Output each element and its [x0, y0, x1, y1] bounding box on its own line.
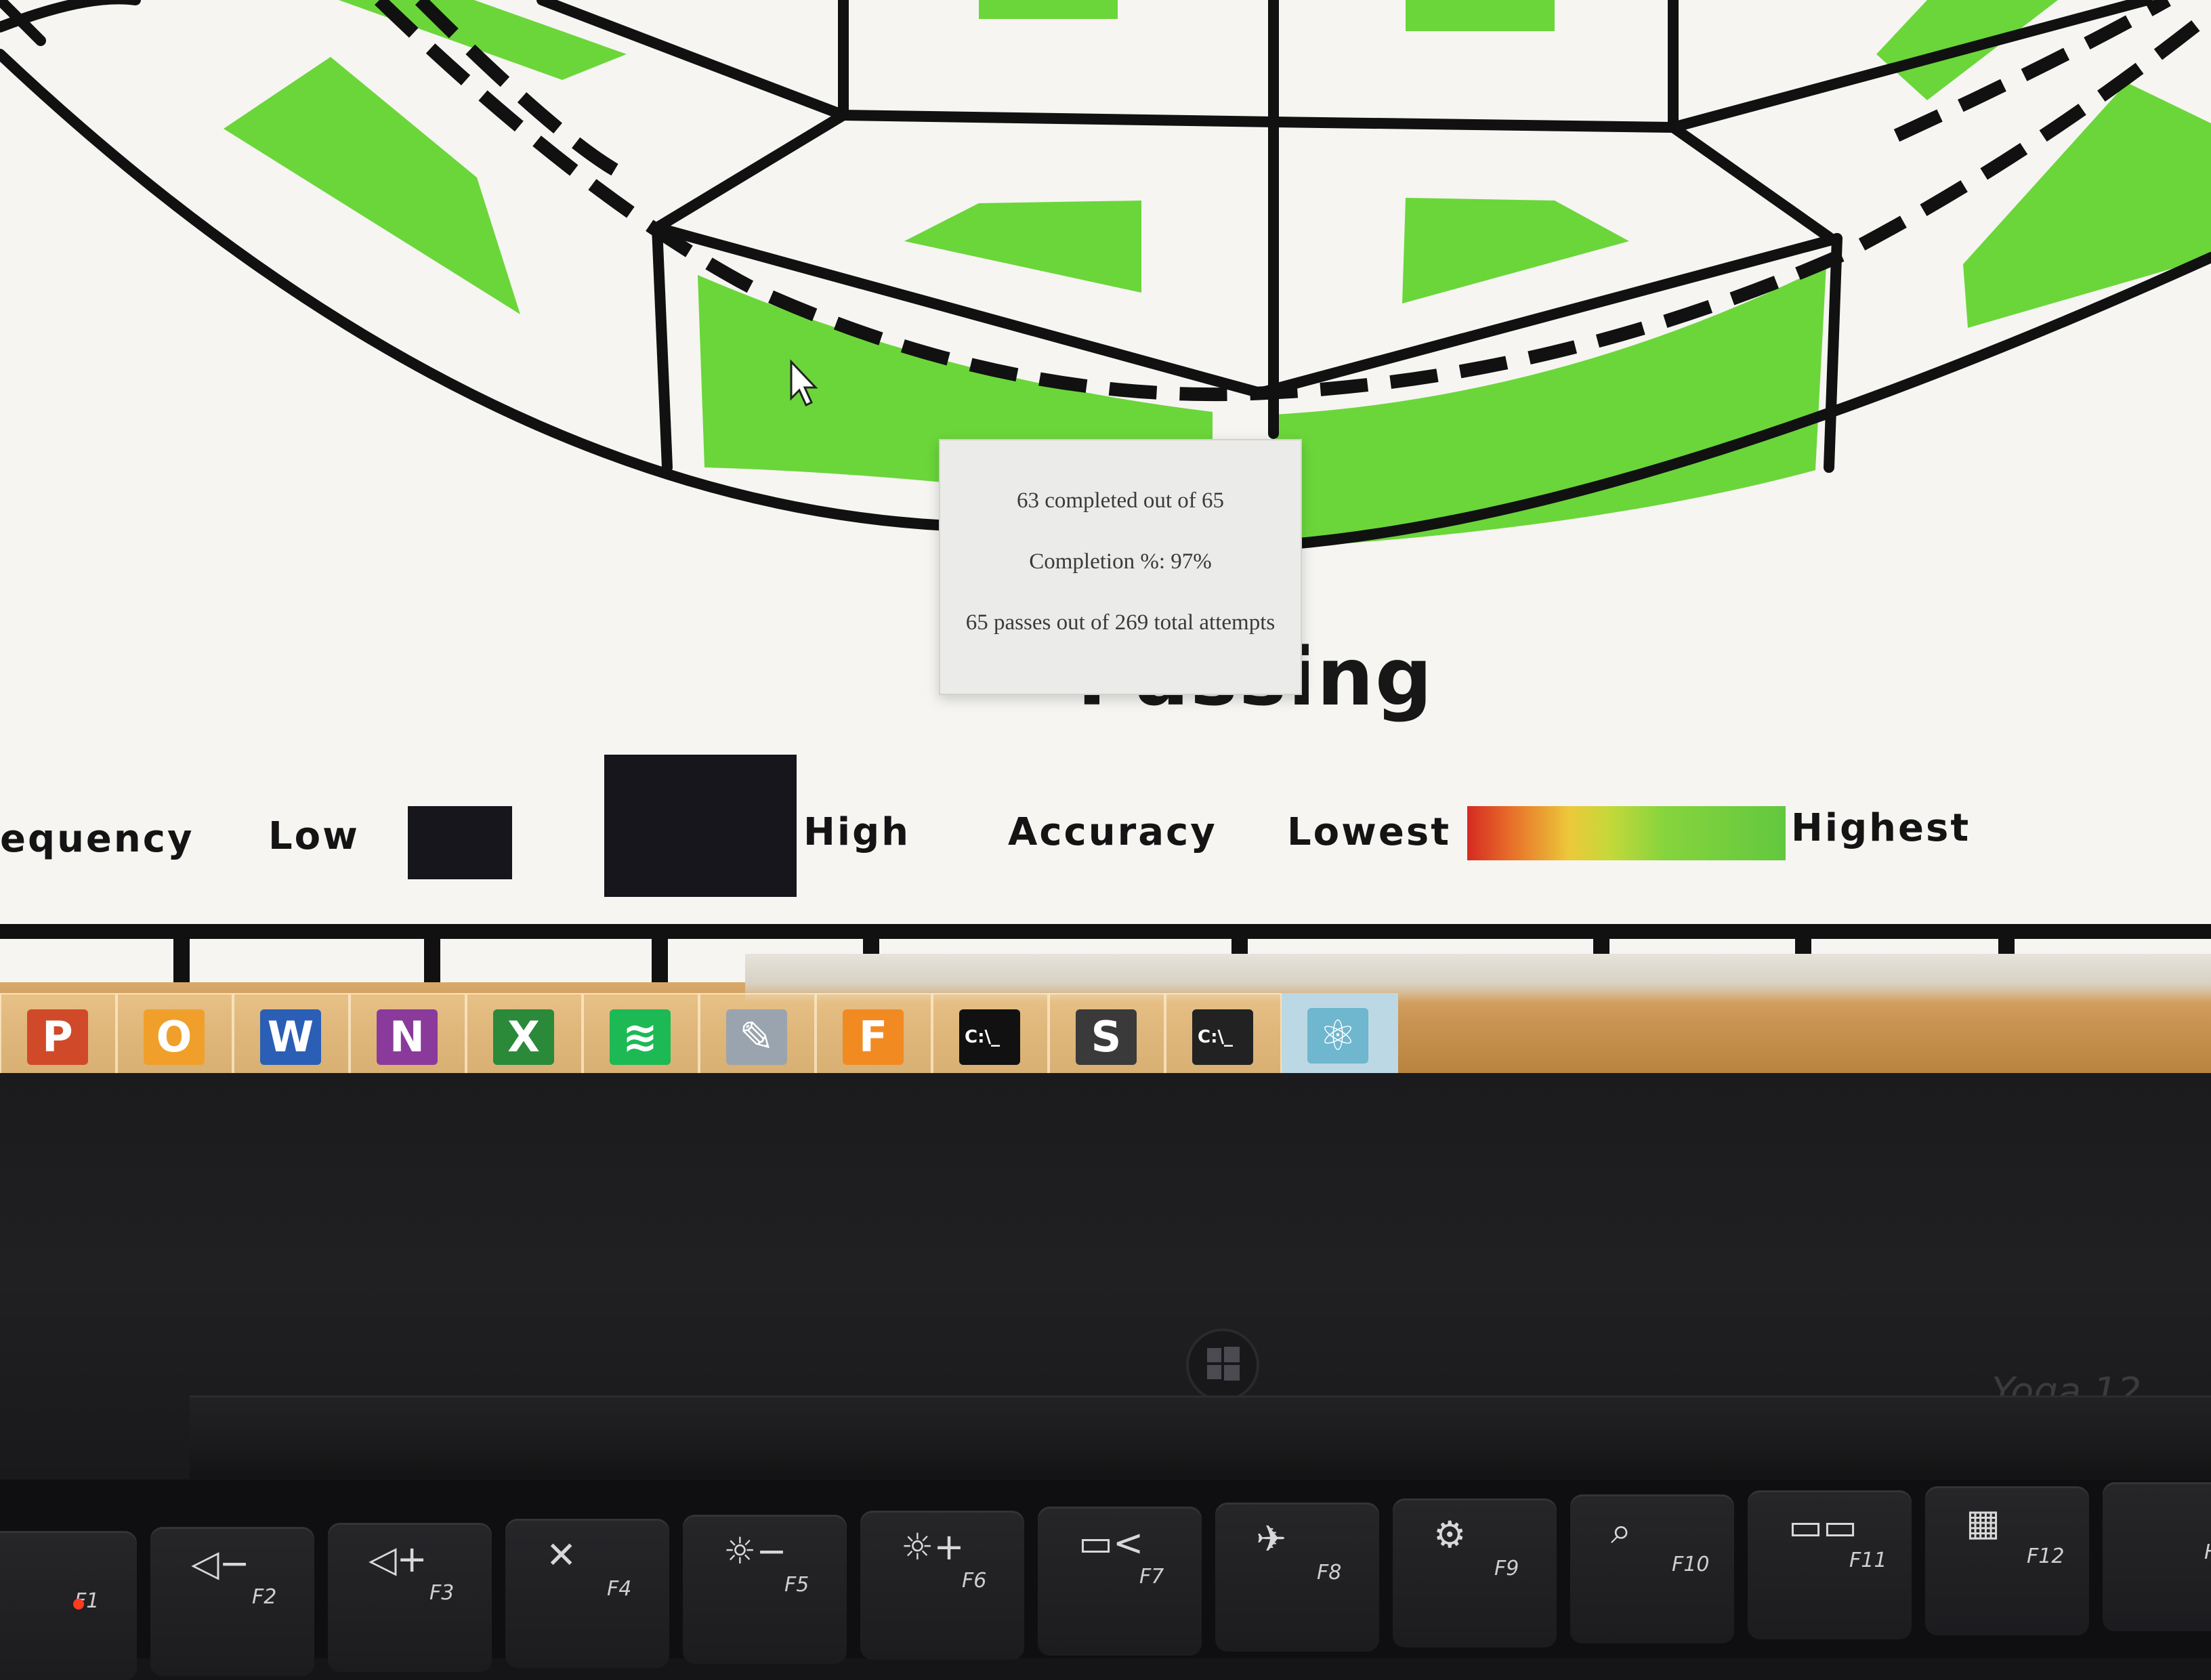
laptop-hinge — [190, 1395, 2211, 1479]
word-icon: W — [260, 1009, 321, 1065]
field-zone-top-center-left[interactable] — [979, 0, 1118, 19]
all-apps-icon: ▦ — [1966, 1501, 2001, 1544]
taskbar-app-fusion-360[interactable]: F — [816, 993, 932, 1081]
volume-down-icon: ◁− — [191, 1542, 250, 1584]
fusion-360-icon: F — [843, 1009, 904, 1065]
fn-lock-led — [73, 1599, 84, 1610]
taskbar-app-atom[interactable]: ⚛ — [1282, 993, 1398, 1081]
legend-accuracy-gradient — [1467, 806, 1786, 860]
fkey-label: F5 — [784, 1573, 809, 1597]
fkey-label: F2 — [252, 1585, 277, 1609]
fkey-label: F10 — [1672, 1553, 1710, 1576]
fkey-label: F6 — [962, 1569, 987, 1593]
brightness-up-icon: ☼+ — [901, 1526, 965, 1568]
table-divider — [173, 928, 190, 982]
fkey-f5[interactable]: ☼− F5 — [683, 1515, 847, 1664]
settings-icon: ⚙ — [1433, 1513, 1467, 1556]
legend-high-label: High — [803, 810, 911, 854]
tooltip-completed: 63 completed out of 65 — [1016, 488, 1225, 513]
fkey-f7[interactable]: ▭< F7 — [1038, 1507, 1202, 1656]
fkey-label: F4 — [607, 1577, 632, 1601]
fkey-f12[interactable]: ▦ F12 — [1925, 1486, 2089, 1635]
fkey-label: Ho — [2204, 1540, 2211, 1564]
switch-window-icon: ▭▭ — [1788, 1505, 1858, 1548]
fkey-label: F7 — [1139, 1565, 1164, 1589]
field-zone-short-right[interactable] — [1273, 266, 1826, 547]
powerpoint-icon: P — [27, 1009, 88, 1065]
search-icon: ⌕ — [1611, 1509, 1632, 1552]
tooltip-attempts: 65 passes out of 269 total attempts — [965, 610, 1276, 635]
wireless-icon: ✈ — [1256, 1517, 1287, 1560]
fkey-label: F3 — [429, 1581, 455, 1605]
legend-frequency-label: equency — [0, 817, 194, 861]
command-prompt-icon: C:\_ — [959, 1009, 1020, 1065]
legend-highest-label: Highest — [1791, 806, 1971, 850]
tooltip-completion-pct: Completion %: 97% — [1029, 549, 1212, 574]
fkey-f9[interactable]: ⚙ F9 — [1393, 1498, 1557, 1647]
taskbar-app-outlook[interactable]: O — [117, 993, 233, 1081]
windows-logo-icon[interactable] — [1185, 1328, 1260, 1402]
mic-mute-icon: ✕ — [546, 1534, 577, 1576]
field-zone-top-center-right[interactable] — [1406, 0, 1555, 31]
sublime-text-icon: S — [1076, 1009, 1137, 1065]
taskbar-app-spotify[interactable]: ≋ — [583, 993, 699, 1081]
fkey-f1[interactable]: F1 — [0, 1531, 137, 1680]
table-divider — [424, 928, 440, 982]
fkey-f3[interactable]: ◁+ F3 — [328, 1523, 492, 1672]
taskbar-app-sublime-text[interactable]: S — [1049, 993, 1165, 1081]
taskbar-app-command-prompt[interactable]: C:\_ — [932, 993, 1049, 1081]
browser-viewport: Passing 63 completed out of 65 Completio… — [0, 0, 2211, 982]
onenote-icon: N — [377, 1009, 438, 1065]
field-zone-center-right-mid[interactable] — [1402, 198, 1629, 303]
taskbar-app-powerpoint[interactable]: P — [0, 993, 117, 1081]
taskbar-app-excel[interactable]: X — [466, 993, 583, 1081]
fkey-label: F9 — [1494, 1557, 1519, 1580]
fkey-f8[interactable]: ✈ F8 — [1215, 1503, 1379, 1652]
legend-high-swatch — [604, 755, 797, 897]
fkey-label: F12 — [2027, 1545, 2065, 1568]
taskbar-app-command-prompt-2[interactable]: C:\_ — [1165, 993, 1282, 1081]
command-prompt-2-icon: C:\_ — [1192, 1009, 1253, 1065]
brightness-down-icon: ☼− — [723, 1530, 787, 1572]
zone-tooltip: 63 completed out of 65 Completion %: 97%… — [939, 439, 1302, 695]
taskbar-app-word[interactable]: W — [233, 993, 350, 1081]
table-border — [0, 924, 2211, 939]
field-zone-center-left-mid[interactable] — [904, 201, 1141, 293]
fkey-ho[interactable]: Ho — [2103, 1482, 2211, 1631]
fkey-label: F8 — [1317, 1561, 1342, 1584]
excel-icon: X — [493, 1009, 554, 1065]
volume-up-icon: ◁+ — [368, 1538, 427, 1580]
legend-lowest-label: Lowest — [1287, 810, 1451, 854]
spotify-icon: ≋ — [610, 1009, 671, 1065]
fkey-label: F11 — [1849, 1549, 1887, 1572]
fkey-f10[interactable]: ⌕ F10 — [1570, 1494, 1734, 1643]
legend-low-swatch — [408, 806, 512, 879]
fkey-f6[interactable]: ☼+ F6 — [860, 1511, 1024, 1660]
notepad-icon: ✎ — [726, 1009, 787, 1065]
taskbar-app-notepad[interactable]: ✎ — [699, 993, 816, 1081]
display-icon: ▭< — [1078, 1521, 1144, 1564]
atom-icon: ⚛ — [1307, 1008, 1368, 1064]
taskbar-app-onenote[interactable]: N — [350, 993, 466, 1081]
legend-accuracy-label: Accuracy — [1008, 810, 1217, 854]
fkey-f2[interactable]: ◁− F2 — [150, 1527, 314, 1676]
fkey-f11[interactable]: ▭▭ F11 — [1748, 1490, 1912, 1639]
outlook-icon: O — [144, 1009, 205, 1065]
fkey-f4[interactable]: ✕ F4 — [505, 1519, 669, 1668]
legend-low-label: Low — [268, 814, 360, 858]
field-zone-right-mid[interactable] — [1963, 83, 2211, 328]
table-divider — [652, 928, 668, 982]
